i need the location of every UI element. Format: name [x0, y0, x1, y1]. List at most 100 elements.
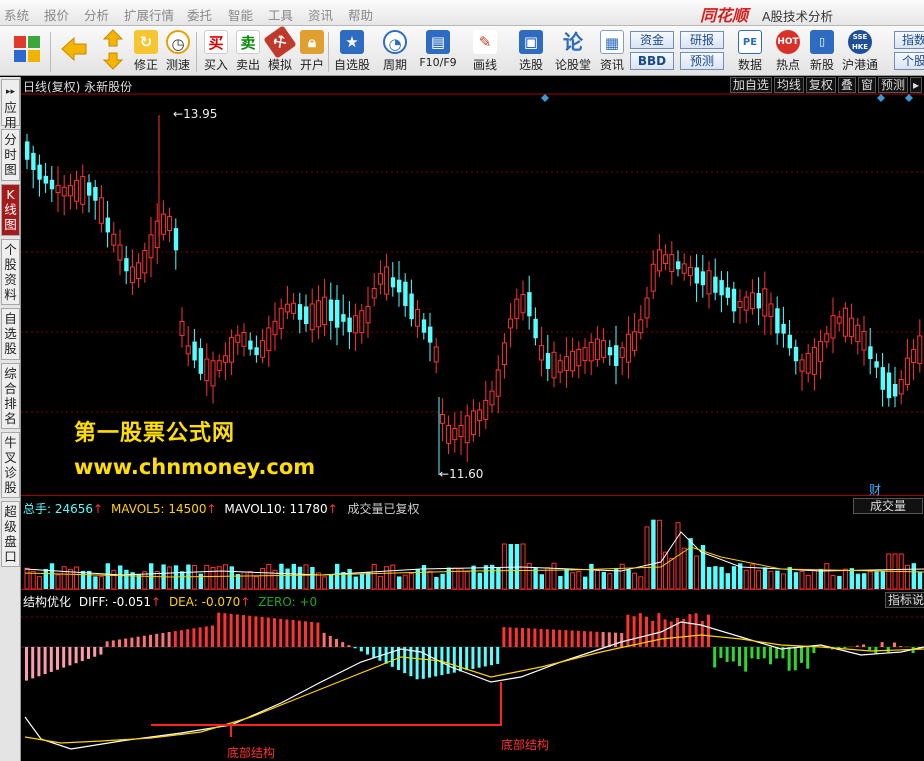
- macd-dea: DEA: -0.070: [168, 595, 241, 609]
- forum-icon: 论: [563, 30, 583, 54]
- volume-button[interactable]: 成交量: [853, 498, 923, 514]
- stock-button[interactable]: 个股: [894, 52, 924, 70]
- tab-super-panel[interactable]: 超级盘口: [1, 501, 20, 567]
- volume-mavol10: MAVOL10: 11780: [224, 502, 328, 516]
- pe-icon: PE: [738, 30, 762, 54]
- menu-smart[interactable]: 智能: [228, 5, 253, 24]
- menu-extended[interactable]: 扩展行情: [124, 5, 174, 24]
- document-icon: ▤: [426, 30, 450, 54]
- new-stock-icon: ▯: [810, 30, 834, 54]
- toolbar-buy[interactable]: 买 买入: [198, 30, 234, 74]
- tab-diagnosis-label: 牛叉诊股: [4, 435, 17, 495]
- sse-hkex-icon: SSE HKE: [848, 30, 872, 54]
- tab-intraday[interactable]: 分时图: [1, 129, 20, 181]
- volume-mavol5: MAVOL5: 14500: [110, 502, 207, 516]
- ma-button[interactable]: 均线: [773, 77, 804, 93]
- toolbar: ↻ 修正 ◷ 测速 买 买入 卖 卖出 ⚒ 模拟 🔒︎ 开户 ★ 自选股 ◔ 周…: [0, 25, 924, 78]
- capital-button[interactable]: 资金: [630, 31, 674, 49]
- toolbar-speedtest[interactable]: ◷ 测速: [160, 30, 196, 74]
- macd-name: 结构优化: [23, 595, 72, 609]
- toolbar-stock-picker[interactable]: ▣ 选股: [512, 30, 550, 74]
- toolbar-open-account[interactable]: 🔒︎ 开户: [294, 30, 330, 74]
- sell-icon: 卖: [236, 30, 260, 54]
- menu-help[interactable]: 帮助: [348, 5, 373, 24]
- clock-icon: ◷: [166, 30, 190, 54]
- menu-quote[interactable]: 报价: [44, 5, 69, 24]
- hammer-icon: ⚒: [263, 25, 297, 59]
- forecast-button[interactable]: 预测: [680, 52, 724, 70]
- bottom-structure-annotation-2: 底部结构: [501, 738, 550, 752]
- research-button[interactable]: 研报: [680, 31, 724, 49]
- volume-note: 成交量已复权: [347, 502, 420, 516]
- star-icon: ★: [340, 30, 364, 54]
- toolbar-draw[interactable]: ✎ 画线: [466, 30, 504, 74]
- tab-kline-label: K线图: [4, 187, 17, 232]
- toolbar-news[interactable]: ▦ 资讯: [594, 30, 630, 74]
- left-tab-bar: ▸▸ 应用 分时图 K线图 个股资料 自选股 综合排名 牛叉诊股 超级盘口: [0, 77, 21, 761]
- kline-chart-area[interactable]: 日线(复权) 永新股份 加自选 均线 复权叠窗预测 ▸ ←13.95 ←11.60 第…: [21, 77, 924, 761]
- tab-stock-profile-label: 个股资料: [4, 242, 17, 302]
- buy-icon: 买: [204, 30, 228, 54]
- layout-icon[interactable]: [10, 34, 44, 78]
- toolbar-sell[interactable]: 卖 卖出: [230, 30, 266, 74]
- adjust-button[interactable]: 复权: [805, 77, 836, 93]
- volume-header: 总手: 24656↑ MAVOL5: 14500↑ MAVOL10: 11780…: [23, 502, 420, 516]
- tab-diagnosis[interactable]: 牛叉诊股: [1, 432, 20, 498]
- indicator-help-button[interactable]: 指标说明: [885, 592, 924, 608]
- toolbar-connect[interactable]: SSE HKE 沪港通: [840, 30, 880, 74]
- screen-icon: ▣: [519, 30, 543, 54]
- index-button[interactable]: 指数: [894, 31, 924, 49]
- hot-icon: HOT: [776, 30, 800, 54]
- back-arrow-icon[interactable]: [56, 34, 92, 78]
- period-clock-icon: ◔: [383, 30, 407, 54]
- toolbar-simulate[interactable]: ⚒ 模拟: [262, 25, 298, 74]
- overlay-button[interactable]: 叠: [837, 77, 856, 93]
- toolbar-period[interactable]: ◔ 周期: [376, 30, 414, 74]
- toolbar-watchlist[interactable]: ★ 自选股: [332, 30, 372, 74]
- refresh-icon: ↻: [134, 30, 158, 54]
- macd-diff: DIFF: -0.051: [78, 595, 152, 609]
- menu-system[interactable]: 系统: [4, 5, 29, 24]
- tab-ranking[interactable]: 综合排名: [1, 363, 20, 429]
- macd-header: 结构优化 DIFF: -0.051↑ DEA: -0.070↑ ZERO: +0: [23, 595, 318, 609]
- menu-news[interactable]: 资讯: [308, 5, 333, 24]
- add-watchlist-button[interactable]: 加自选: [729, 77, 772, 93]
- finance-badge[interactable]: 财: [869, 481, 881, 498]
- tab-super-panel-label: 超级盘口: [4, 504, 17, 564]
- kline-toolbar: 加自选 均线 复权叠窗预测 ▸: [728, 77, 922, 94]
- macd-zero: ZERO: +0: [258, 595, 318, 609]
- brand-logo: 同花顺: [700, 6, 749, 25]
- tab-ranking-label: 综合排名: [4, 366, 17, 426]
- tab-kline[interactable]: K线图: [1, 184, 20, 236]
- low-price-label: ←11.60: [439, 467, 484, 481]
- expand-icon: ▸▸: [5, 87, 16, 97]
- toolbar-forum[interactable]: 论 论股堂: [554, 30, 592, 74]
- tab-apps[interactable]: ▸▸ 应用: [1, 79, 20, 130]
- tab-intraday-label: 分时图: [4, 132, 17, 177]
- kline-info: 日线(复权) 永新股份: [23, 80, 133, 94]
- toolbar-hotspot[interactable]: HOT 热点: [770, 30, 806, 74]
- tab-stock-profile[interactable]: 个股资料: [1, 239, 20, 305]
- watermark-url: www.chnmoney.com: [74, 455, 316, 479]
- window-button[interactable]: 窗: [857, 77, 876, 93]
- app-title: A股技术分析: [762, 9, 834, 24]
- lock-icon: 🔒︎: [300, 30, 324, 54]
- watermark-title: 第一股票公式网: [74, 421, 236, 446]
- menu-tools[interactable]: 工具: [268, 5, 293, 24]
- toolbar-data[interactable]: PE 数据: [732, 30, 768, 74]
- toolbar-ipo[interactable]: ▯ 新股: [804, 30, 840, 74]
- pencil-icon: ✎: [473, 30, 497, 54]
- tab-watchlist[interactable]: 自选股: [1, 308, 20, 360]
- tab-apps-label: 应用: [4, 100, 17, 130]
- menu-analysis[interactable]: 分析: [84, 5, 109, 24]
- predict-button[interactable]: 预测: [877, 77, 908, 93]
- volume-total: 总手: 24656: [23, 502, 94, 516]
- bbd-button[interactable]: BBD: [630, 52, 674, 70]
- toolbar-f10[interactable]: ▤ F10/F9: [418, 30, 458, 74]
- up-arrow-icon[interactable]: [100, 28, 126, 72]
- menu-trade[interactable]: 委托: [187, 5, 212, 24]
- toolbar-correct[interactable]: ↻ 修正: [128, 30, 164, 74]
- news-icon: ▦: [600, 30, 624, 54]
- high-price-label: ←13.95: [173, 107, 218, 121]
- scroll-right-icon[interactable]: ▸: [909, 77, 922, 93]
